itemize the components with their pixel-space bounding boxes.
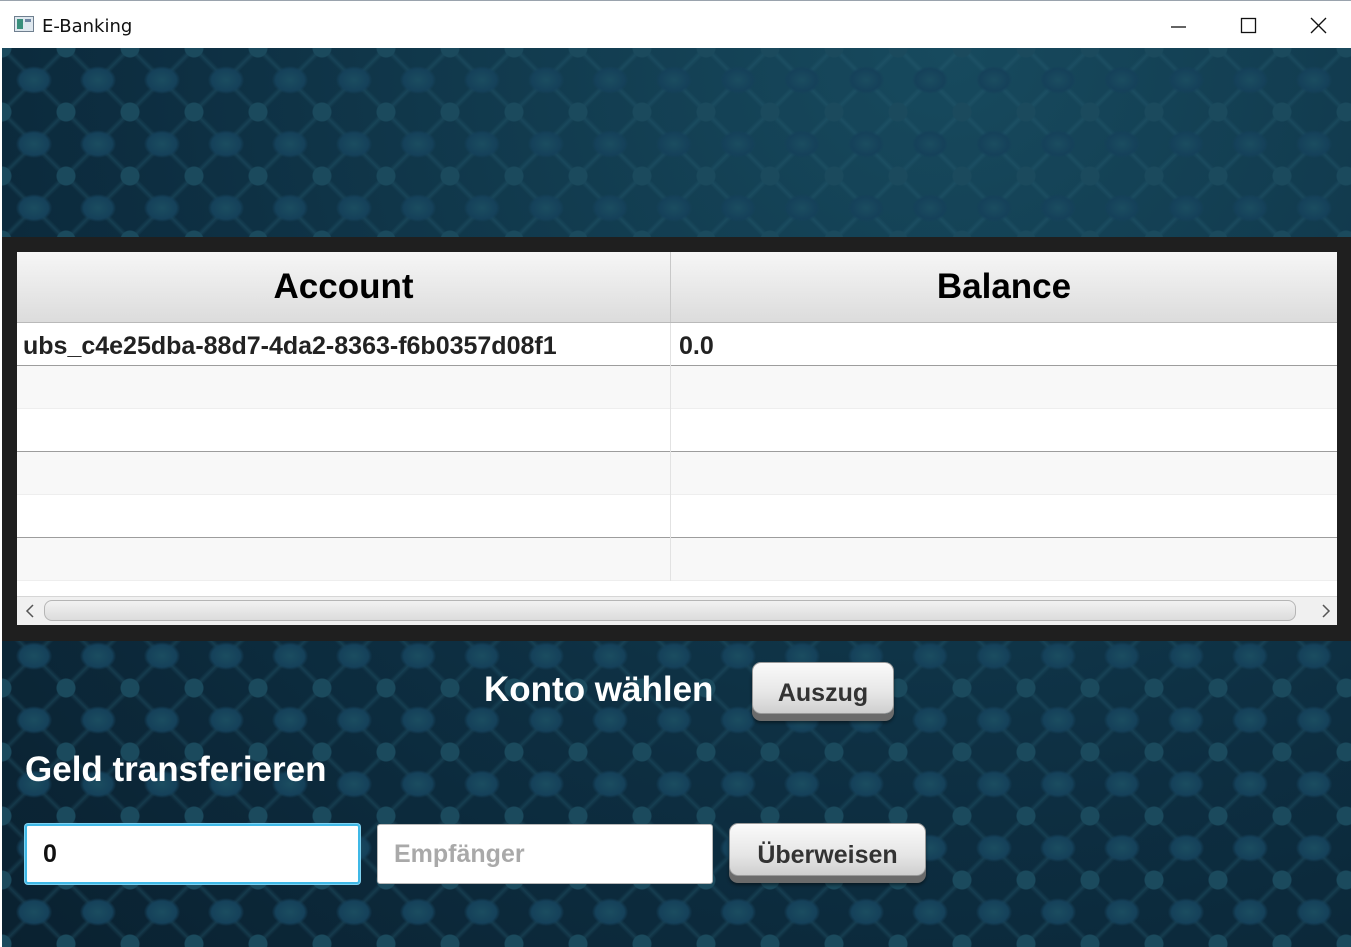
transfer-button[interactable]: Überweisen	[729, 823, 926, 876]
app-icon	[14, 16, 34, 32]
horizontal-scrollbar[interactable]	[17, 596, 1337, 625]
balance-cell: 0.0	[679, 332, 714, 360]
table-row-empty	[17, 409, 1337, 452]
empty-cell	[671, 409, 1337, 452]
statement-button[interactable]: Auszug	[752, 662, 894, 714]
app-content: Account Balance ubs_c4e25dba-88d7-4da2-8…	[2, 48, 1351, 947]
close-button[interactable]	[1283, 1, 1351, 49]
accounts-table-panel: Account Balance ubs_c4e25dba-88d7-4da2-8…	[2, 237, 1351, 641]
empty-cell	[17, 409, 671, 452]
minimize-icon	[1171, 26, 1186, 28]
transfer-money-label: Geld transferieren	[25, 750, 327, 789]
minimize-button[interactable]	[1143, 1, 1213, 49]
table-row-empty	[17, 366, 1337, 409]
recipient-input[interactable]	[377, 824, 713, 884]
table-header: Account Balance	[17, 252, 1337, 323]
table-row-empty	[17, 538, 1337, 581]
window-title: E-Banking	[42, 16, 133, 37]
table-row-empty	[17, 495, 1337, 538]
accounts-table: Account Balance ubs_c4e25dba-88d7-4da2-8…	[17, 252, 1337, 625]
select-account-label: Konto wählen	[484, 670, 714, 709]
table-row-empty	[17, 452, 1337, 495]
empty-cell	[17, 366, 671, 409]
empty-cell	[671, 538, 1337, 581]
maximize-icon	[1240, 17, 1257, 34]
column-header-account[interactable]: Account	[17, 252, 671, 322]
empty-cell	[17, 452, 671, 495]
maximize-button[interactable]	[1213, 1, 1283, 49]
empty-cell	[671, 366, 1337, 409]
window-titlebar: E-Banking	[0, 0, 1351, 48]
scrollbar-thumb[interactable]	[44, 600, 1296, 621]
table-row[interactable]: ubs_c4e25dba-88d7-4da2-8363-f6b0357d08f1…	[17, 323, 1337, 366]
empty-cell	[671, 452, 1337, 495]
empty-cell	[671, 495, 1337, 538]
scroll-left-icon[interactable]	[23, 603, 37, 619]
empty-cell	[17, 495, 671, 538]
scroll-right-icon[interactable]	[1319, 603, 1333, 619]
empty-cell	[17, 538, 671, 581]
table-body: ubs_c4e25dba-88d7-4da2-8363-f6b0357d08f1…	[17, 323, 1337, 581]
close-icon	[1310, 17, 1327, 34]
account-cell: ubs_c4e25dba-88d7-4da2-8363-f6b0357d08f1	[17, 323, 671, 366]
column-header-balance[interactable]: Balance	[671, 252, 1337, 322]
amount-input[interactable]	[25, 824, 360, 884]
